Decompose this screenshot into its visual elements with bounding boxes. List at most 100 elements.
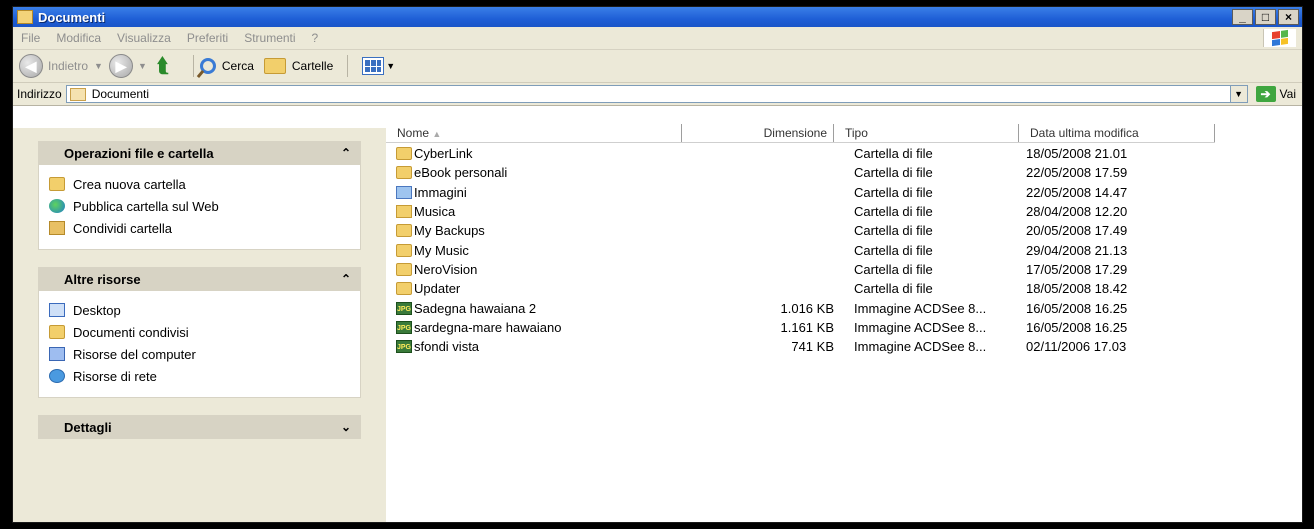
cell-type: Immagine ACDSee 8... bbox=[854, 319, 987, 335]
back-dropdown-icon[interactable]: ▼ bbox=[94, 61, 103, 71]
cell-type: Cartella di file bbox=[854, 223, 933, 239]
place-desktop[interactable]: Desktop bbox=[49, 299, 350, 321]
search-icon[interactable] bbox=[199, 58, 216, 74]
place-my-computer[interactable]: Risorse del computer bbox=[49, 343, 350, 365]
go-arrow-icon: ➔ bbox=[1255, 86, 1276, 102]
cell-date: 29/04/2008 21.13 bbox=[1026, 242, 1128, 258]
table-row[interactable]: CyberLink Cartella di file 18/05/2008 21.0… bbox=[396, 144, 1215, 163]
task-pane: Operazioni file e cartella ⌃ Crea nuova … bbox=[13, 128, 386, 522]
folders-icon[interactable] bbox=[263, 58, 286, 74]
file-name: My Music bbox=[414, 242, 469, 258]
computer-icon bbox=[49, 347, 65, 361]
music-folder-icon bbox=[396, 205, 412, 219]
collapse-chevron-icon[interactable]: ⌃ bbox=[341, 146, 351, 160]
cell-type: Cartella di file bbox=[854, 184, 933, 200]
cell-type: Cartella di file bbox=[854, 146, 933, 162]
cell-name: My Backups bbox=[396, 223, 682, 238]
table-row[interactable]: Musica Cartella di file 28/04/2008 12.20 bbox=[396, 202, 1215, 221]
menu-help[interactable]: ? bbox=[304, 31, 327, 45]
minimize-button[interactable]: _ bbox=[1232, 9, 1253, 25]
new-folder-icon bbox=[49, 177, 65, 191]
close-button[interactable]: × bbox=[1278, 9, 1299, 25]
folders-button[interactable]: Cartelle bbox=[292, 59, 333, 73]
cell-date: 18/05/2008 18.42 bbox=[1026, 281, 1128, 297]
task-label: Risorse di rete bbox=[73, 368, 157, 384]
forward-dropdown-icon[interactable]: ▼ bbox=[138, 61, 147, 71]
cell-name: My Music bbox=[396, 243, 682, 258]
task-new-folder[interactable]: Crea nuova cartella bbox=[49, 173, 350, 195]
task-label: Documenti condivisi bbox=[73, 324, 189, 340]
views-dropdown-icon[interactable]: ▼ bbox=[386, 61, 395, 71]
back-arrow-icon[interactable]: ◀ bbox=[19, 54, 43, 78]
expand-chevron-icon[interactable]: ⌄ bbox=[341, 420, 351, 434]
collapse-chevron-icon[interactable]: ⌃ bbox=[341, 272, 351, 286]
file-name: sardegna-mare hawaiano bbox=[414, 319, 562, 335]
menu-strumenti[interactable]: Strumenti bbox=[236, 31, 303, 45]
forward-arrow-icon[interactable]: ▶ bbox=[108, 54, 133, 78]
cell-date: 20/05/2008 17.49 bbox=[1026, 223, 1128, 239]
back-button-label[interactable]: Indietro bbox=[48, 59, 88, 73]
network-icon bbox=[49, 369, 65, 383]
search-button[interactable]: Cerca bbox=[222, 59, 254, 73]
task-label: Risorse del computer bbox=[73, 346, 196, 362]
address-dropdown-icon[interactable]: ▼ bbox=[1229, 86, 1247, 102]
cell-type: Cartella di file bbox=[854, 242, 933, 258]
cell-size: 741 KB bbox=[791, 339, 834, 355]
cell-date: 02/11/2006 17.03 bbox=[1026, 339, 1127, 355]
file-name: Sadegna hawaiana 2 bbox=[414, 300, 537, 316]
menu-file[interactable]: File bbox=[13, 31, 48, 45]
address-input[interactable]: Documenti ▼ bbox=[65, 85, 1248, 103]
file-rows: CyberLink Cartella di file 18/05/2008 21.0… bbox=[396, 144, 1215, 356]
jpg-file-icon: JPG bbox=[396, 320, 412, 334]
file-ops-header[interactable]: Operazioni file e cartella ⌃ bbox=[38, 141, 361, 165]
task-publish-web[interactable]: Pubblica cartella sul Web bbox=[49, 195, 350, 217]
task-share-folder[interactable]: Condividi cartella bbox=[49, 217, 350, 239]
table-row[interactable]: Updater Cartella di file 18/05/2008 18.42 bbox=[396, 279, 1215, 298]
table-row[interactable]: JPG Sadegna hawaiana 2 1.016 KB Immagine AC… bbox=[396, 298, 1215, 317]
cell-type: Immagine ACDSee 8... bbox=[854, 300, 987, 316]
panel-title: Operazioni file e cartella bbox=[64, 145, 214, 161]
column-type[interactable]: Tipo bbox=[834, 124, 1019, 142]
cell-name: Musica bbox=[396, 204, 682, 219]
column-date[interactable]: Data ultima modifica bbox=[1019, 124, 1215, 142]
column-name[interactable]: Nome ▲ bbox=[386, 124, 682, 142]
place-shared-documents[interactable]: Documenti condivisi bbox=[49, 321, 350, 343]
table-row[interactable]: JPG sardegna-mare hawaiano 1.161 KB Immagin… bbox=[396, 318, 1215, 337]
table-row[interactable]: eBook personali Cartella di file 22/05/200… bbox=[396, 163, 1215, 182]
file-ops-panel: Operazioni file e cartella ⌃ Crea nuova … bbox=[38, 141, 361, 250]
file-name: CyberLink bbox=[414, 146, 473, 162]
folder-icon bbox=[69, 87, 86, 101]
go-button[interactable]: ➔ Vai bbox=[1255, 86, 1296, 102]
menu-visualizza[interactable]: Visualizza bbox=[109, 31, 179, 45]
other-places-header[interactable]: Altre risorse ⌃ bbox=[38, 267, 361, 291]
column-size[interactable]: Dimensione bbox=[682, 124, 834, 142]
desktop-icon bbox=[49, 303, 65, 317]
up-folder-icon[interactable]: ⮬ bbox=[157, 55, 177, 77]
cell-size: 1.016 KB bbox=[780, 300, 835, 316]
table-row[interactable]: NeroVision Cartella di file 17/05/2008 17.… bbox=[396, 260, 1215, 279]
cell-date: 18/05/2008 21.01 bbox=[1026, 146, 1128, 162]
menu-preferiti[interactable]: Preferiti bbox=[179, 31, 236, 45]
cell-date: 16/05/2008 16.25 bbox=[1026, 300, 1128, 316]
cell-size: 1.161 KB bbox=[780, 319, 835, 335]
address-bar: Indirizzo Documenti ▼ ➔ Vai bbox=[13, 83, 1302, 106]
table-row[interactable]: JPG sfondi vista 741 KB Immagine ACDSee 8..… bbox=[396, 337, 1215, 356]
menu-modifica[interactable]: Modifica bbox=[48, 31, 109, 45]
views-icon[interactable] bbox=[362, 57, 385, 75]
cell-name: Updater bbox=[396, 281, 682, 296]
file-ops-body: Crea nuova cartella Pubblica cartella su… bbox=[38, 165, 361, 250]
table-row[interactable]: My Backups Cartella di file 20/05/2008 17.… bbox=[396, 221, 1215, 240]
table-row[interactable]: My Music Cartella di file 29/04/2008 21.13 bbox=[396, 240, 1215, 259]
folder-icon bbox=[396, 224, 412, 238]
other-places-panel: Altre risorse ⌃ Desktop Documenti condiv… bbox=[38, 267, 361, 398]
maximize-button[interactable]: □ bbox=[1255, 9, 1276, 25]
folder-icon bbox=[396, 147, 412, 161]
title-bar[interactable]: Documenti _ □ × bbox=[13, 7, 1302, 27]
cell-date: 28/04/2008 12.20 bbox=[1026, 204, 1128, 220]
place-network[interactable]: Risorse di rete bbox=[49, 365, 350, 387]
table-row[interactable]: Immagini Cartella di file 22/05/2008 14.47 bbox=[396, 183, 1215, 202]
cell-name: JPG sardegna-mare hawaiano bbox=[396, 320, 682, 335]
cell-date: 22/05/2008 17.59 bbox=[1026, 165, 1128, 181]
details-header[interactable]: Dettagli ⌄ bbox=[38, 415, 361, 439]
cell-name: CyberLink bbox=[396, 146, 682, 161]
